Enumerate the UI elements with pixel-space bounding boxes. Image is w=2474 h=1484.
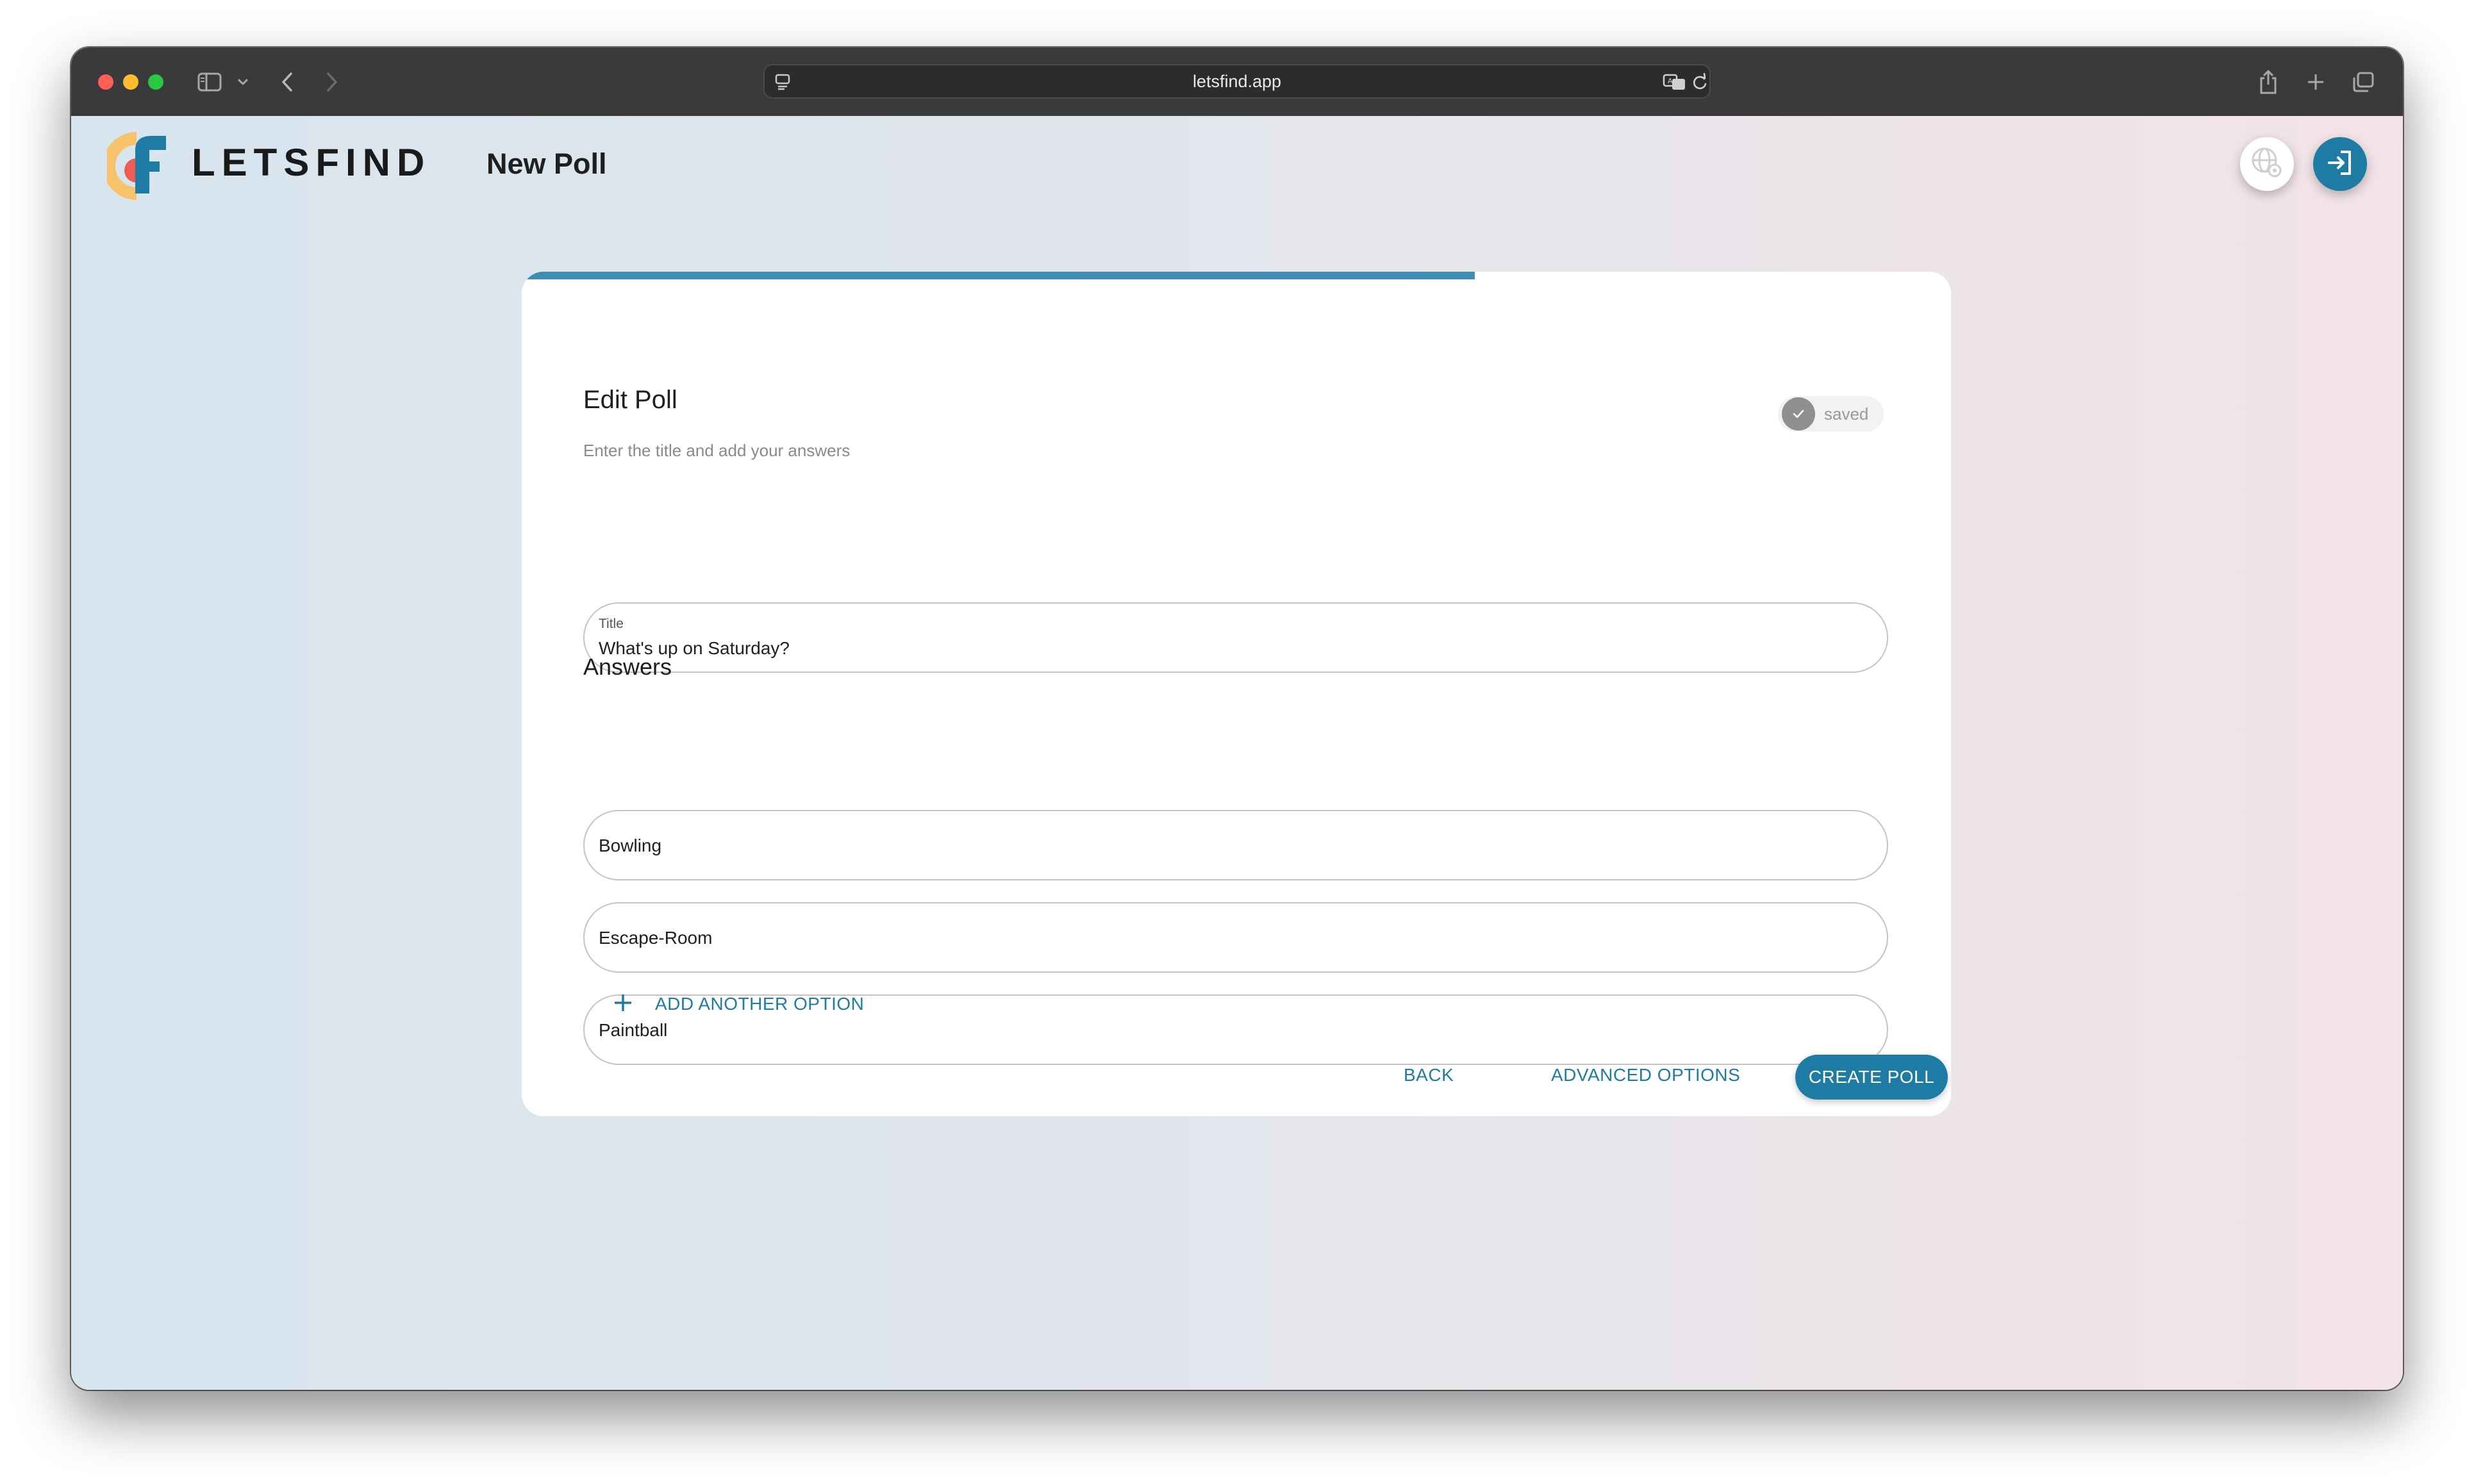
answers-heading: Answers <box>583 654 672 680</box>
svg-text:A: A <box>1668 77 1673 85</box>
zoom-window-button[interactable] <box>148 74 163 90</box>
create-poll-button[interactable]: CREATE POLL <box>1795 1055 1948 1100</box>
new-tab-icon[interactable] <box>2303 69 2329 95</box>
share-icon[interactable] <box>2255 69 2281 95</box>
answer-input-3[interactable] <box>599 1017 1868 1044</box>
reload-icon[interactable] <box>1690 69 1709 95</box>
answer-input-1[interactable] <box>599 832 1868 859</box>
minimize-window-button[interactable] <box>123 74 138 90</box>
language-settings-icon <box>2249 145 2285 183</box>
login-icon <box>2325 148 2355 180</box>
close-window-button[interactable] <box>98 74 113 90</box>
progress-bar-fill <box>522 272 1475 279</box>
browser-window: letsfind.app A LETSFIND New Poll Edit Po… <box>71 47 2403 1390</box>
answer-input-2[interactable] <box>599 925 1868 952</box>
progress-bar <box>522 272 1951 279</box>
tabs-overview-icon[interactable] <box>2350 69 2376 95</box>
back-button[interactable]: BACK <box>1404 1055 1454 1096</box>
sidebar-icon[interactable] <box>195 69 224 95</box>
card-subtitle: Enter the title and add your answers <box>583 441 851 460</box>
forward-icon[interactable] <box>322 69 342 95</box>
back-icon[interactable] <box>278 69 297 95</box>
add-option-button[interactable]: ADD ANOTHER OPTION <box>613 988 864 1020</box>
browser-toolbar: letsfind.app A <box>71 47 2403 116</box>
translate-icon[interactable]: A <box>1662 69 1688 95</box>
card-title: Edit Poll <box>583 386 677 414</box>
title-field[interactable]: Title <box>583 602 1888 673</box>
edit-poll-card: Edit Poll Enter the title and add your a… <box>522 272 1951 1116</box>
login-button[interactable] <box>2313 137 2367 191</box>
url-text: letsfind.app <box>1192 72 1282 91</box>
add-option-label: ADD ANOTHER OPTION <box>655 994 865 1014</box>
page-title: New Poll <box>486 147 607 180</box>
address-bar[interactable]: letsfind.app A <box>763 64 1711 99</box>
language-settings-button[interactable] <box>2240 137 2294 191</box>
check-icon <box>1782 397 1815 431</box>
title-input[interactable] <box>599 636 1868 661</box>
brand-name: LETSFIND <box>192 141 431 184</box>
saved-status-badge: saved <box>1778 396 1884 432</box>
chevron-down-icon[interactable] <box>235 69 251 95</box>
title-field-label: Title <box>599 616 624 631</box>
saved-status-text: saved <box>1824 404 1869 424</box>
letsfind-logo[interactable] <box>103 129 171 200</box>
plus-icon <box>613 993 633 1016</box>
answer-field[interactable] <box>583 810 1888 880</box>
advanced-options-button[interactable]: ADVANCED OPTIONS <box>1551 1055 1740 1096</box>
answer-field[interactable] <box>583 902 1888 973</box>
